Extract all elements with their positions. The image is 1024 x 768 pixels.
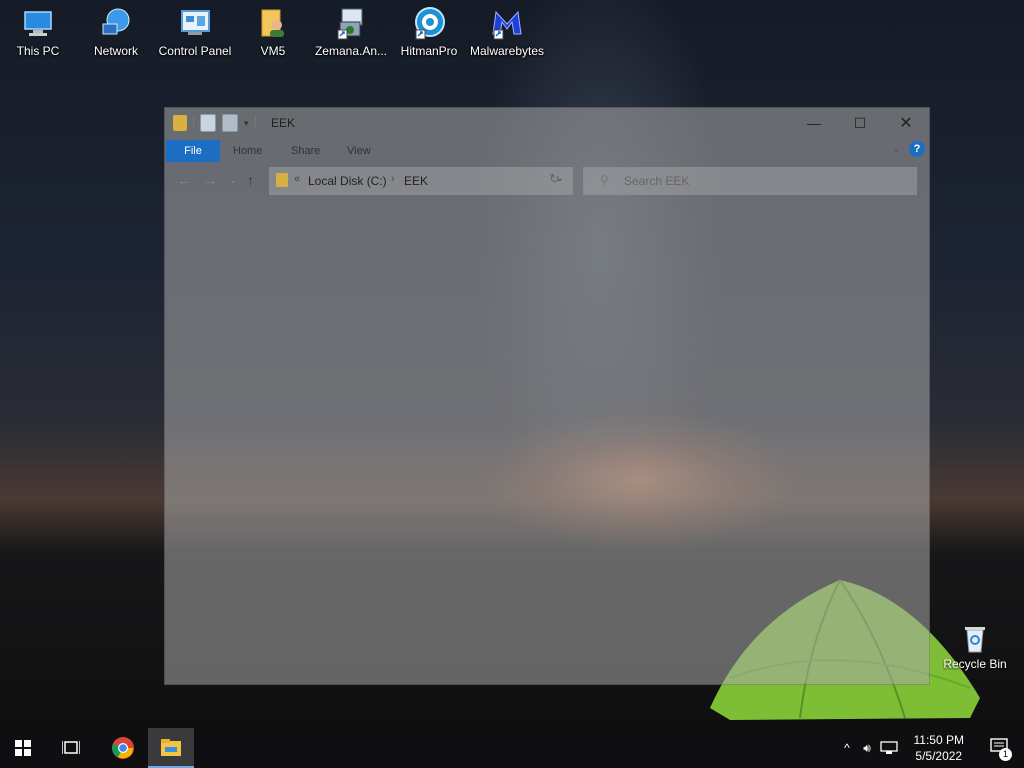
back-button[interactable]: ← — [177, 172, 191, 188]
search-placeholder: Search EEK — [624, 174, 690, 188]
navigation-bar: ← → ⌄ ↑ « Local Disk (C:) › EEK ⌄ ↻ ⚲ Se… — [165, 162, 929, 198]
expand-ribbon-icon[interactable]: ⌄ — [892, 142, 901, 155]
start-button[interactable] — [0, 728, 46, 768]
file-explorer-icon — [161, 739, 181, 756]
maximize-icon: ☐ — [853, 114, 867, 131]
recycle-bin-icon — [965, 627, 985, 653]
task-view-button[interactable] — [48, 728, 94, 768]
action-center-button[interactable]: 1 — [990, 738, 1012, 761]
system-tray: ^ 🔊︎ — [838, 728, 898, 768]
computer-icon — [21, 6, 55, 40]
title-bar[interactable]: ▾ EEK — ☐ ✕ — [165, 108, 929, 138]
forward-button[interactable]: → — [203, 172, 217, 188]
desktop-icon-label: Control Panel — [158, 44, 232, 58]
desktop-icon-vm5[interactable]: VM5 — [235, 6, 311, 58]
folder-icon — [173, 115, 187, 131]
close-button[interactable]: ✕ — [883, 108, 929, 138]
file-explorer-window[interactable]: ▾ EEK — ☐ ✕ File Home Share View ⌄ ? ← →… — [165, 108, 929, 684]
desktop-icon-control-panel[interactable]: Control Panel — [157, 6, 233, 58]
tab-home[interactable]: Home — [233, 140, 262, 162]
address-root-marker: « — [294, 173, 301, 185]
tab-share[interactable]: Share — [291, 140, 320, 162]
windows-logo-icon — [15, 740, 31, 756]
clock-date: 5/5/2022 — [915, 749, 963, 763]
desktop-icon-label: Network — [93, 44, 138, 58]
desktop-icon-label: Zemana.An... — [314, 44, 388, 58]
breadcrumb-eek[interactable]: EEK — [404, 174, 428, 188]
breadcrumb-separator[interactable]: › — [391, 173, 395, 185]
desktop-icon-label: VM5 — [260, 44, 286, 58]
folder-icon — [276, 173, 288, 187]
chrome-taskbar-button[interactable] — [100, 728, 146, 768]
recent-locations-icon[interactable]: ⌄ — [229, 175, 237, 186]
help-button[interactable]: ? — [909, 141, 925, 157]
close-icon: ✕ — [899, 115, 913, 132]
desktop-icon-network[interactable]: Network — [78, 6, 154, 58]
address-bar[interactable]: « Local Disk (C:) › EEK ⌄ — [269, 167, 573, 195]
desktop-icon-malwarebytes[interactable]: Malwarebytes — [469, 6, 545, 58]
user-folder-icon — [256, 6, 290, 40]
task-view-icon — [62, 741, 80, 754]
network-status-icon[interactable] — [880, 741, 898, 755]
maximize-button[interactable]: ☐ — [837, 108, 883, 138]
desktop-icon-zemana[interactable]: Zemana.An... — [313, 6, 389, 58]
minimize-button[interactable]: — — [791, 108, 837, 138]
show-hidden-icons-icon[interactable]: ^ — [838, 741, 856, 755]
properties-icon[interactable] — [200, 114, 216, 132]
search-box[interactable]: ⚲ Search EEK — [583, 167, 917, 195]
clock-time: 11:50 PM — [913, 733, 964, 747]
file-explorer-taskbar-button[interactable] — [148, 728, 194, 768]
quick-access-toolbar: ▾ — [173, 114, 256, 132]
new-folder-icon[interactable] — [222, 114, 238, 132]
control-panel-icon — [178, 6, 212, 40]
chrome-icon — [112, 737, 134, 759]
desktop-icon-recycle-bin[interactable]: Recycle Bin — [940, 624, 1010, 671]
desktop-icon-label: HitmanPro — [400, 44, 458, 58]
toolbar-divider — [254, 116, 256, 130]
network-icon — [99, 6, 133, 40]
search-icon: ⚲ — [600, 173, 609, 187]
desktop-icon-hitmanpro[interactable]: HitmanPro — [391, 6, 467, 58]
ribbon-tabs: File Home Share View ⌄ ? — [165, 138, 929, 162]
malwarebytes-icon — [490, 6, 524, 40]
taskbar-clock[interactable]: 11:50 PM 5/5/2022 — [914, 732, 964, 764]
hitmanpro-icon — [412, 6, 446, 40]
customize-toolbar-icon[interactable]: ▾ — [244, 118, 249, 129]
tab-file[interactable]: File — [166, 140, 220, 162]
installer-shortcut-icon — [334, 6, 368, 40]
minimize-icon: — — [807, 115, 821, 131]
desktop-icon-label: This PC — [16, 44, 60, 58]
notification-count-badge: 1 — [999, 748, 1012, 761]
tab-view[interactable]: View — [347, 140, 371, 162]
refresh-button[interactable]: ↻ — [549, 171, 560, 187]
desktop-icon-this-pc[interactable]: This PC — [0, 6, 76, 58]
window-title: EEK — [271, 116, 296, 130]
file-list-area[interactable] — [165, 198, 929, 684]
window-controls: — ☐ ✕ — [791, 108, 929, 138]
up-button[interactable]: ↑ — [247, 172, 254, 188]
breadcrumb-local-disk[interactable]: Local Disk (C:) — [308, 174, 387, 188]
taskbar: ^ 🔊︎ 11:50 PM 5/5/2022 1 — [0, 728, 1024, 768]
toolbar-divider — [193, 116, 194, 130]
desktop-icon-label: Malwarebytes — [469, 44, 545, 58]
volume-icon[interactable]: 🔊︎ — [856, 741, 878, 756]
desktop-icon-label: Recycle Bin — [943, 657, 1007, 671]
